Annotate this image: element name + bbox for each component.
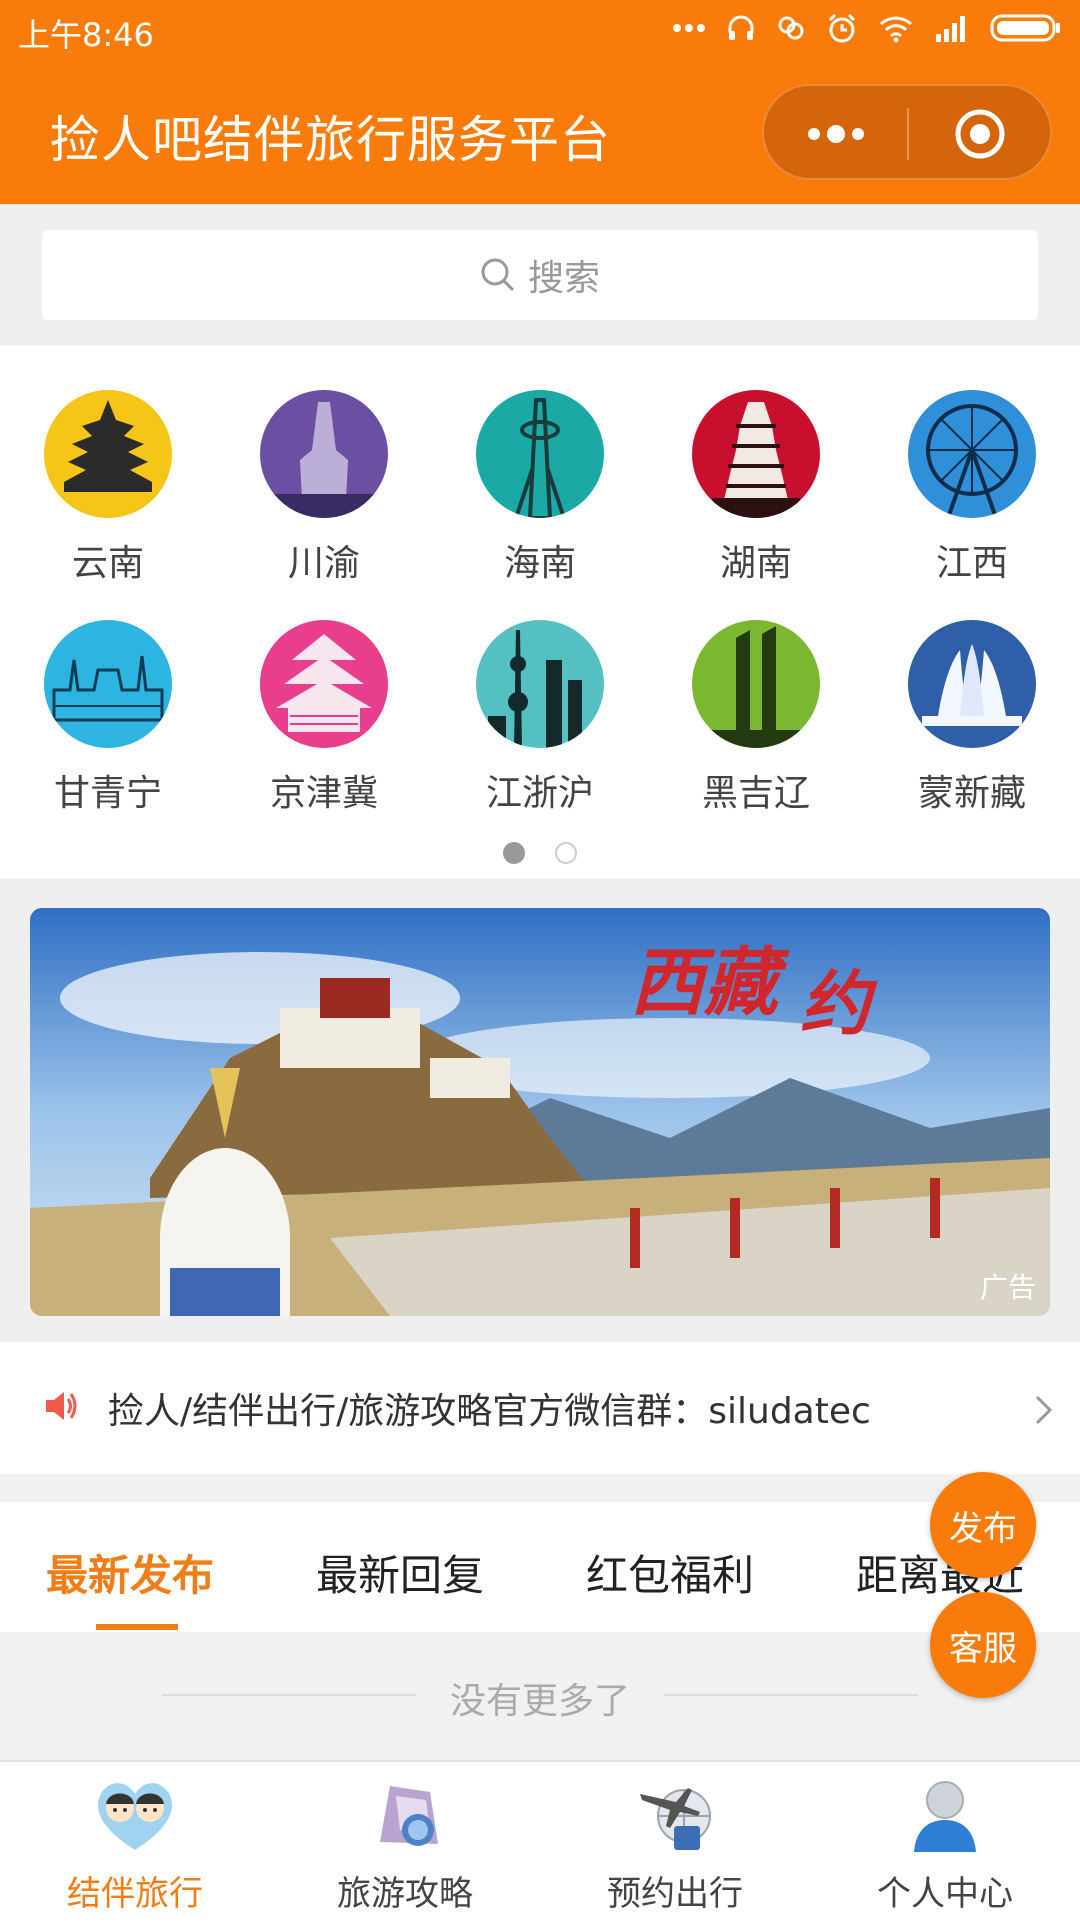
status-icons bbox=[672, 12, 1062, 44]
region-image bbox=[476, 620, 604, 748]
tab-latest[interactable]: 最新发布 bbox=[46, 1542, 214, 1603]
search-input[interactable]: 搜索 bbox=[42, 230, 1038, 320]
more-menu-icon[interactable] bbox=[804, 112, 868, 156]
banner-section: 西藏 约 广告 bbox=[0, 878, 1080, 1342]
region-label: 云南 bbox=[71, 543, 144, 584]
region-label: 江西 bbox=[935, 543, 1008, 584]
nav-label: 个人中心 bbox=[877, 1874, 1013, 1914]
region-image bbox=[908, 620, 1036, 748]
status-time: 上午8:46 bbox=[18, 16, 154, 54]
nav-item-companion[interactable]: 结伴旅行 bbox=[0, 1772, 270, 1915]
signal-icon bbox=[936, 16, 965, 42]
region-image bbox=[908, 390, 1036, 518]
list-end: 没有更多了 bbox=[0, 1632, 1080, 1760]
capsule-divider bbox=[907, 108, 909, 160]
region-label: 甘青宁 bbox=[53, 773, 162, 814]
region-item-chuanyu[interactable]: 川渝 bbox=[234, 390, 414, 586]
nav-item-guide[interactable]: 旅游攻略 bbox=[270, 1772, 540, 1915]
page-dot[interactable] bbox=[555, 842, 577, 864]
region-label: 海南 bbox=[503, 543, 576, 584]
notice-bar[interactable]: 捡人/结伴出行/旅游攻略官方微信群：siludatec bbox=[0, 1342, 1080, 1474]
region-image bbox=[260, 620, 388, 748]
link-icon bbox=[778, 16, 804, 40]
divider-line bbox=[664, 1694, 918, 1696]
alarm-icon bbox=[828, 13, 856, 43]
nav-label: 旅游攻略 bbox=[337, 1874, 473, 1914]
svg-text:约: 约 bbox=[800, 965, 878, 1043]
region-item-hainan[interactable]: 海南 bbox=[450, 390, 630, 586]
tab-underline bbox=[96, 1624, 178, 1630]
region-item-jiangzhehu[interactable]: 江浙沪 bbox=[450, 620, 630, 816]
ad-label: 广告 bbox=[979, 1271, 1036, 1304]
page-title: 捡人吧结伴旅行服务平台 bbox=[50, 111, 611, 169]
region-label: 川渝 bbox=[287, 543, 360, 584]
battery-icon bbox=[990, 14, 1060, 42]
headset-icon bbox=[728, 15, 754, 40]
region-image bbox=[260, 390, 388, 518]
speaker-icon bbox=[46, 1392, 77, 1420]
title-bar: 上午8:46 捡人吧结伴旅行服务平台 bbox=[0, 0, 1080, 204]
region-item-heijiliao[interactable]: 黑吉辽 bbox=[666, 620, 846, 816]
svg-text:西藏: 西藏 bbox=[630, 941, 790, 1024]
wifi-icon bbox=[879, 16, 913, 43]
more-dots-icon bbox=[673, 24, 705, 32]
no-more-text: 没有更多了 bbox=[449, 1681, 630, 1722]
region-image bbox=[44, 390, 172, 518]
mini-program-capsule bbox=[762, 84, 1052, 180]
plane-globe-icon bbox=[640, 1788, 711, 1850]
page-dot-active[interactable] bbox=[503, 842, 525, 864]
region-label: 黑吉辽 bbox=[701, 773, 810, 814]
region-grid: 云南 川渝 海南 湖南 江西 甘青宁 京津冀 江浙沪 黑吉辽 蒙新藏 bbox=[0, 346, 1080, 878]
ad-banner[interactable]: 西藏 约 广告 bbox=[30, 908, 1050, 1316]
region-image bbox=[476, 390, 604, 518]
region-item-jingjinji[interactable]: 京津冀 bbox=[234, 620, 414, 816]
page-indicator bbox=[0, 842, 1080, 864]
region-image bbox=[692, 390, 820, 518]
region-item-ganqingning[interactable]: 甘青宁 bbox=[18, 620, 198, 816]
search-placeholder: 搜索 bbox=[527, 258, 600, 299]
close-target-icon[interactable] bbox=[954, 108, 1006, 160]
search-section: 搜索 bbox=[0, 204, 1080, 346]
region-label: 蒙新藏 bbox=[917, 773, 1026, 814]
nav-item-profile[interactable]: 个人中心 bbox=[810, 1772, 1080, 1915]
region-item-hunan[interactable]: 湖南 bbox=[666, 390, 846, 586]
tab-red-packet[interactable]: 红包福利 bbox=[586, 1542, 754, 1603]
region-label: 湖南 bbox=[719, 543, 792, 584]
nav-item-booking[interactable]: 预约出行 bbox=[540, 1772, 810, 1915]
region-image bbox=[44, 620, 172, 748]
nav-label: 预约出行 bbox=[607, 1874, 743, 1914]
bottom-nav: 结伴旅行 旅游攻略 预约出行 个人中心 bbox=[0, 1760, 1080, 1922]
couple-heart-icon bbox=[98, 1783, 172, 1850]
notice-text: 捡人/结伴出行/旅游攻略官方微信群：siludatec bbox=[108, 1391, 871, 1432]
chevron-right-icon bbox=[1035, 1395, 1053, 1425]
travel-guide-icon bbox=[380, 1786, 438, 1846]
publish-button[interactable]: 发布 bbox=[930, 1472, 1036, 1578]
region-item-yunnan[interactable]: 云南 bbox=[18, 390, 198, 586]
tab-bar: 最新发布 最新回复 红包福利 距离最近 bbox=[0, 1502, 1080, 1632]
search-icon bbox=[481, 258, 515, 292]
region-label: 京津冀 bbox=[269, 773, 378, 814]
tab-replies[interactable]: 最新回复 bbox=[316, 1542, 484, 1603]
region-item-mengxinzang[interactable]: 蒙新藏 bbox=[882, 620, 1062, 816]
user-icon bbox=[914, 1781, 976, 1852]
customer-service-button[interactable]: 客服 bbox=[930, 1592, 1036, 1698]
region-label: 江浙沪 bbox=[485, 773, 594, 814]
banner-image: 西藏 约 bbox=[30, 908, 1050, 1316]
nav-label: 结伴旅行 bbox=[67, 1874, 203, 1914]
region-image bbox=[692, 620, 820, 748]
region-item-jiangxi[interactable]: 江西 bbox=[882, 390, 1062, 586]
